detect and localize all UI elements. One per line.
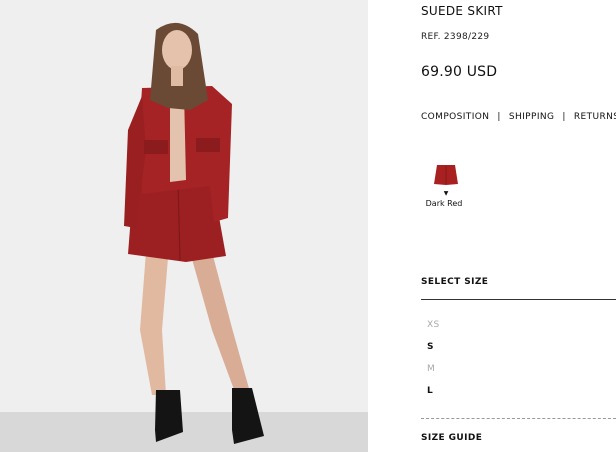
info-links: COMPOSITION | SHIPPING | RETURNS [421, 112, 616, 122]
product-photo[interactable] [0, 0, 368, 452]
dashed-divider [421, 418, 616, 419]
link-separator: | [497, 112, 501, 122]
color-swatch-dark-red[interactable]: ▼ Dark Red [426, 165, 466, 208]
returns-link[interactable]: RETURNS [574, 112, 616, 122]
divider [421, 299, 616, 300]
size-option-l[interactable]: L [427, 386, 433, 396]
size-option-s[interactable]: S [427, 342, 434, 352]
shipping-link[interactable]: SHIPPING [509, 112, 555, 122]
skirt-thumbnail-icon [434, 165, 458, 185]
size-option-xs[interactable]: XS [427, 320, 439, 330]
model-illustration [0, 0, 368, 452]
size-option-m[interactable]: M [427, 364, 435, 374]
color-name: Dark Red [425, 199, 463, 208]
product-title: SUEDE SKIRT [421, 4, 503, 18]
composition-link[interactable]: COMPOSITION [421, 112, 489, 122]
product-price: 69.90 USD [421, 64, 498, 80]
size-guide-link[interactable]: SIZE GUIDE [421, 433, 482, 443]
product-reference: REF. 2398/229 [421, 32, 490, 42]
link-separator: | [562, 112, 566, 122]
product-info-panel: SUEDE SKIRT REF. 2398/229 69.90 USD COMP… [421, 0, 616, 452]
selected-marker-icon: ▼ [443, 190, 449, 197]
select-size-heading: SELECT SIZE [421, 277, 489, 287]
